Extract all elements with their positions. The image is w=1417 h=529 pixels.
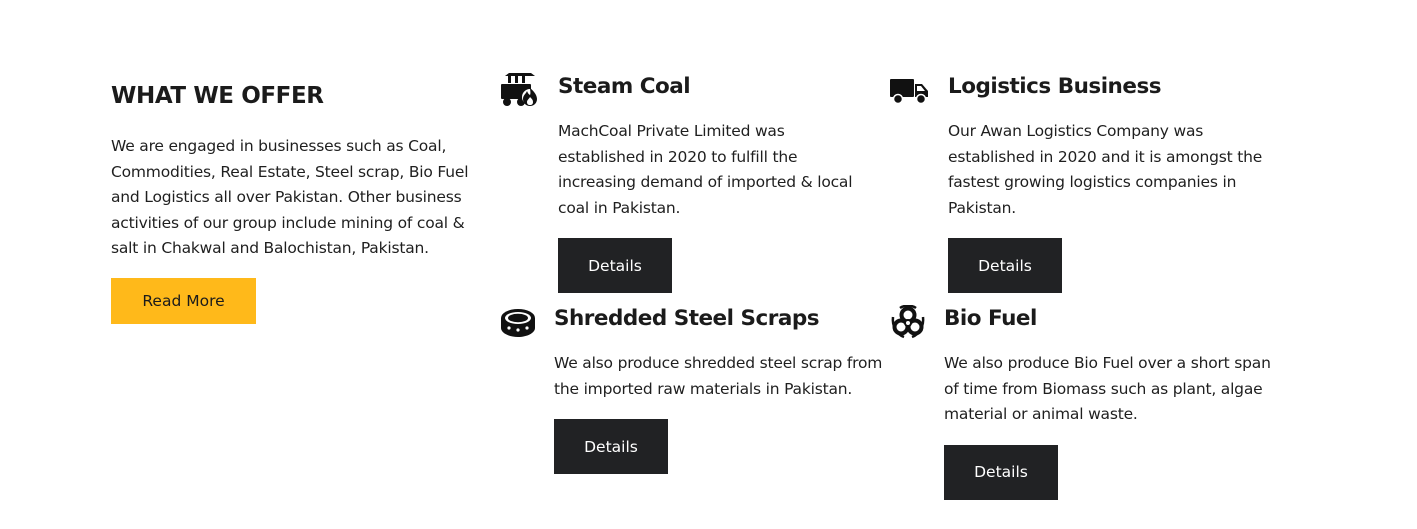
service-card-body: Bio Fuel We also produce Bio Fuel over a… (944, 303, 1274, 500)
service-description: Our Awan Logistics Company was establish… (948, 122, 1263, 217)
steel-coil-icon (499, 305, 539, 339)
details-button[interactable]: Details (558, 238, 672, 293)
truck-icon (889, 73, 929, 107)
read-more-button[interactable]: Read More (111, 277, 256, 324)
details-button[interactable]: Details (944, 444, 1058, 500)
service-card-body: Steam Coal MachCoal Private Limited was … (558, 71, 858, 293)
service-title: Bio Fuel (944, 306, 1037, 331)
details-button[interactable]: Details (948, 238, 1062, 293)
coal-cart-icon (499, 73, 539, 107)
service-title: Steam Coal (558, 74, 691, 99)
service-card-body: Logistics Business Our Awan Logistics Co… (948, 71, 1268, 293)
service-description: We also produce Bio Fuel over a short sp… (944, 354, 1271, 423)
details-button[interactable]: Details (554, 419, 668, 474)
section-title: WHAT WE OFFER (111, 83, 324, 109)
biohazard-icon (889, 305, 929, 339)
service-title: Shredded Steel Scraps (554, 306, 820, 331)
service-title: Logistics Business (948, 74, 1162, 99)
service-description: We also produce shredded steel scrap fro… (554, 354, 883, 398)
service-description: MachCoal Private Limited was established… (558, 122, 853, 217)
what-we-offer-section: WHAT WE OFFER We are engaged in business… (111, 80, 483, 324)
section-description: We are engaged in businesses such as Coa… (111, 137, 469, 257)
service-card-body: Shredded Steel Scraps We also produce sh… (554, 303, 884, 474)
